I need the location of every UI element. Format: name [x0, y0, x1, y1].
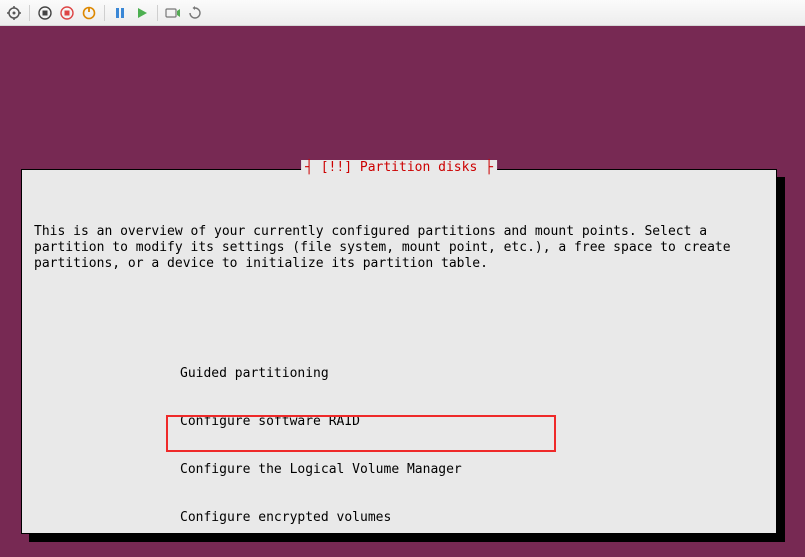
menu-item-guided[interactable]: Guided partitioning [180, 366, 768, 382]
revert-icon[interactable] [185, 3, 205, 23]
stop-icon[interactable] [35, 3, 55, 23]
pause-icon[interactable] [110, 3, 130, 23]
menu-section-actions: Guided partitioning Configure software R… [30, 334, 768, 557]
menu-item-lvm[interactable]: Configure the Logical Volume Manager [180, 462, 768, 478]
dialog-title: ┤ [!!] Partition disks ├ [301, 160, 497, 175]
toolbar-separator [157, 5, 158, 21]
menu-item-raid[interactable]: Configure software RAID [180, 414, 768, 430]
toolbar-separator [29, 5, 30, 21]
dialog-intro-text: This is an overview of your currently co… [30, 224, 768, 286]
menu-item-encrypted[interactable]: Configure encrypted volumes [180, 510, 768, 526]
power-icon[interactable] [79, 3, 99, 23]
shutdown-icon[interactable] [57, 3, 77, 23]
toolbar-separator [104, 5, 105, 21]
settings-icon[interactable] [4, 3, 24, 23]
snapshot-icon[interactable] [163, 3, 183, 23]
installer-screen: ┤ [!!] Partition disks ├ This is an over… [0, 26, 805, 557]
play-icon[interactable] [132, 3, 152, 23]
vm-toolbar [0, 0, 805, 26]
dialog-body: This is an overview of your currently co… [22, 170, 776, 557]
partition-dialog: ┤ [!!] Partition disks ├ This is an over… [21, 169, 777, 534]
